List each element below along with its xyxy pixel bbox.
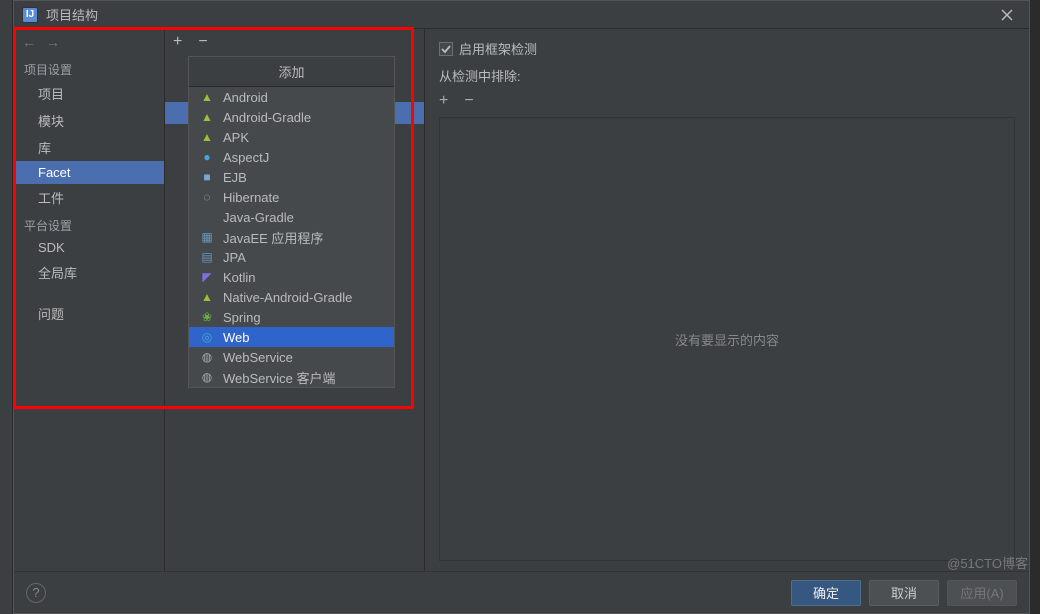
web-icon: ◎ bbox=[199, 329, 215, 345]
navbar: ← → bbox=[14, 29, 164, 55]
popup-item-label: Android-Gradle bbox=[223, 110, 311, 125]
sidebar-item-问题[interactable]: 问题 bbox=[14, 300, 164, 327]
popup-item-hibernate[interactable]: ◌ Hibernate bbox=[189, 187, 394, 207]
popup-item-webservice-[interactable]: ◍ WebService 客户端 bbox=[189, 367, 394, 387]
exclude-toolbar: + − bbox=[439, 89, 1015, 117]
dialog-title: 项目结构 bbox=[46, 5, 993, 24]
dialog-body: ← → 项目设置项目模块库Facet工件平台设置SDK全局库问题 + − 启用框… bbox=[14, 29, 1029, 571]
spring-icon: ❀ bbox=[199, 309, 215, 325]
popup-item-label: EJB bbox=[223, 170, 247, 185]
jpa-icon: ▤ bbox=[199, 249, 215, 265]
sidebar-item-全局库[interactable]: 全局库 bbox=[14, 259, 164, 286]
popup-item-label: Java-Gradle bbox=[223, 210, 294, 225]
popup-item-label: Android bbox=[223, 90, 268, 105]
none-icon bbox=[199, 209, 215, 225]
sidebar-item-工件[interactable]: 工件 bbox=[14, 184, 164, 211]
popup-item-label: Kotlin bbox=[223, 270, 256, 285]
popup-item-webservice[interactable]: ◍ WebService bbox=[189, 347, 394, 367]
hibernate-icon: ◌ bbox=[199, 189, 215, 205]
sidebar-item-库[interactable]: 库 bbox=[14, 134, 164, 161]
ejb-icon: ■ bbox=[199, 169, 215, 185]
sidebar: ← → 项目设置项目模块库Facet工件平台设置SDK全局库问题 bbox=[14, 29, 165, 571]
watermark: @51CTO博客 bbox=[947, 553, 1028, 572]
aspectj-icon: ● bbox=[199, 149, 215, 165]
android-icon: ▲ bbox=[199, 289, 215, 305]
popup-item-web[interactable]: ◎ Web bbox=[189, 327, 394, 347]
popup-item-label: WebService bbox=[223, 350, 293, 365]
popup-item-jpa[interactable]: ▤ JPA bbox=[189, 247, 394, 267]
popup-title: 添加 bbox=[189, 57, 394, 87]
sidebar-item-sdk[interactable]: SDK bbox=[14, 236, 164, 259]
popup-item-android[interactable]: ▲ Android bbox=[189, 87, 394, 107]
cancel-button[interactable]: 取消 bbox=[869, 580, 939, 606]
sidebar-section-label: 平台设置 bbox=[14, 211, 164, 236]
popup-item-spring[interactable]: ❀ Spring bbox=[189, 307, 394, 327]
remove-facet-button[interactable]: − bbox=[198, 34, 207, 50]
detail-panel-column: 启用框架检测 从检测中排除: + − 没有要显示的内容 bbox=[425, 29, 1029, 571]
popup-item-javaee-[interactable]: ▦ JavaEE 应用程序 bbox=[189, 227, 394, 247]
popup-item-label: WebService 客户端 bbox=[223, 368, 335, 387]
enable-detection-checkbox[interactable] bbox=[439, 42, 453, 56]
popup-item-kotlin[interactable]: ◤ Kotlin bbox=[189, 267, 394, 287]
sidebar-section-label: 项目设置 bbox=[14, 55, 164, 80]
project-structure-dialog: IJ 项目结构 ← → 项目设置项目模块库Facet工件平台设置SDK全局库问题… bbox=[13, 0, 1030, 614]
apply-button[interactable]: 应用(A) bbox=[947, 580, 1017, 606]
webservices-icon: ◍ bbox=[199, 349, 215, 365]
exclude-label: 从检测中排除: bbox=[439, 66, 1015, 85]
popup-item-label: APK bbox=[223, 130, 249, 145]
forward-arrow-icon[interactable]: → bbox=[46, 35, 60, 49]
popup-item-aspectj[interactable]: ● AspectJ bbox=[189, 147, 394, 167]
help-button[interactable]: ? bbox=[26, 583, 46, 603]
android-icon: ▲ bbox=[199, 109, 215, 125]
popup-item-apk[interactable]: ▲ APK bbox=[189, 127, 394, 147]
detail-empty-panel: 没有要显示的内容 bbox=[439, 117, 1015, 561]
add-facet-button[interactable]: + bbox=[173, 34, 182, 50]
android-icon: ▲ bbox=[199, 129, 215, 145]
popup-item-label: JavaEE 应用程序 bbox=[223, 228, 323, 247]
ide-left-strip bbox=[0, 0, 13, 614]
popup-item-native-android-gradle[interactable]: ▲ Native-Android-Gradle bbox=[189, 287, 394, 307]
popup-item-label: JPA bbox=[223, 250, 246, 265]
remove-exclude-button[interactable]: − bbox=[464, 93, 473, 109]
close-button[interactable] bbox=[993, 1, 1021, 29]
kotlin-icon: ◤ bbox=[199, 269, 215, 285]
popup-item-ejb[interactable]: ■ EJB bbox=[189, 167, 394, 187]
facet-toolbar: + − bbox=[165, 29, 424, 55]
popup-item-label: Hibernate bbox=[223, 190, 279, 205]
sidebar-item-facet[interactable]: Facet bbox=[14, 161, 164, 184]
popup-item-label: Native-Android-Gradle bbox=[223, 290, 352, 305]
popup-item-android-gradle[interactable]: ▲ Android-Gradle bbox=[189, 107, 394, 127]
popup-item-label: Spring bbox=[223, 310, 261, 325]
empty-text: 没有要显示的内容 bbox=[675, 330, 779, 349]
back-arrow-icon[interactable]: ← bbox=[22, 35, 36, 49]
titlebar: IJ 项目结构 bbox=[14, 1, 1029, 29]
sidebar-item-项目[interactable]: 项目 bbox=[14, 80, 164, 107]
enable-detection-label: 启用框架检测 bbox=[459, 39, 537, 58]
android-icon: ▲ bbox=[199, 89, 215, 105]
app-icon: IJ bbox=[22, 7, 38, 23]
webservices-icon: ◍ bbox=[199, 369, 215, 385]
popup-item-java-gradle[interactable]: Java-Gradle bbox=[189, 207, 394, 227]
popup-item-label: Web bbox=[223, 330, 250, 345]
add-facet-popup: 添加 ▲ Android ▲ Android-Gradle ▲ APK ● AspectJ ■ E… bbox=[188, 56, 395, 388]
javaee-icon: ▦ bbox=[199, 229, 215, 245]
sidebar-list: 项目设置项目模块库Facet工件平台设置SDK全局库问题 bbox=[14, 55, 164, 327]
add-exclude-button[interactable]: + bbox=[439, 93, 448, 109]
ok-button[interactable]: 确定 bbox=[791, 580, 861, 606]
footer: ? 确定 取消 应用(A) bbox=[14, 571, 1029, 613]
sidebar-item-模块[interactable]: 模块 bbox=[14, 107, 164, 134]
popup-item-label: AspectJ bbox=[223, 150, 269, 165]
enable-detection-row[interactable]: 启用框架检测 bbox=[439, 39, 1015, 58]
